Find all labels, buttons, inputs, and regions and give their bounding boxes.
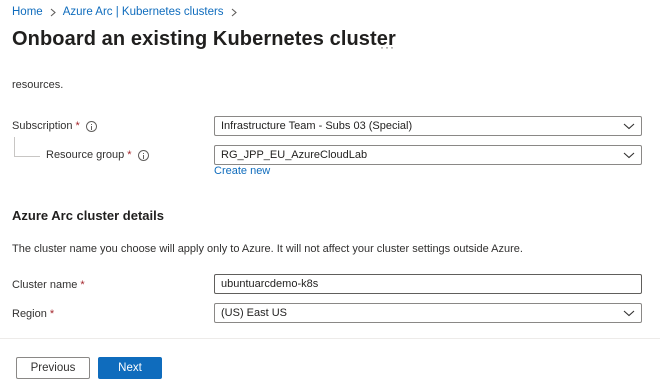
resource-group-label-text: Resource group — [46, 149, 125, 161]
previous-button[interactable]: Previous — [16, 357, 90, 379]
cluster-name-label: Cluster name * — [12, 279, 85, 291]
required-marker: * — [75, 120, 80, 132]
region-select-value: (US) East US — [221, 307, 288, 319]
footer-divider — [0, 338, 660, 339]
required-marker: * — [49, 308, 55, 320]
section-title: Azure Arc cluster details — [12, 208, 164, 223]
subscription-select-value: Infrastructure Team - Subs 03 (Special) — [221, 120, 413, 132]
tree-connector — [14, 137, 40, 157]
create-new-resource-group-link[interactable]: Create new — [214, 165, 270, 177]
page-header: Onboard an existing Kubernetes cluster — [12, 28, 396, 51]
next-button[interactable]: Next — [98, 357, 162, 379]
cluster-name-input[interactable]: ubuntuarcdemo-k8s — [214, 274, 642, 294]
cluster-name-label-text: Cluster name — [12, 279, 78, 291]
resource-group-label: Resource group * — [46, 149, 149, 161]
page-title: Onboard an existing Kubernetes cluster — [12, 28, 396, 50]
required-marker: * — [80, 279, 85, 291]
chevron-down-icon — [623, 123, 635, 130]
resource-group-select-value: RG_JPP_EU_AzureCloudLab — [221, 149, 368, 161]
subscription-label-text: Subscription — [12, 120, 73, 132]
chevron-down-icon — [623, 310, 635, 317]
resource-group-select[interactable]: RG_JPP_EU_AzureCloudLab — [214, 145, 642, 165]
breadcrumb-kubernetes-clusters-link[interactable]: Azure Arc | Kubernetes clusters — [63, 6, 224, 18]
cluster-name-input-value: ubuntuarcdemo-k8s — [221, 278, 319, 290]
chevron-right-icon — [231, 8, 237, 17]
region-label: Region * — [12, 308, 54, 320]
required-marker: * — [127, 149, 132, 161]
region-select[interactable]: (US) East US — [214, 303, 642, 323]
breadcrumb: Home Azure Arc | Kubernetes clusters — [12, 6, 244, 18]
intro-text-end: resources. — [12, 79, 64, 91]
section-description: The cluster name you choose will apply o… — [12, 243, 523, 255]
more-options-icon[interactable]: ··· — [380, 40, 395, 54]
intro-clipped-line — [12, 70, 63, 78]
info-icon[interactable] — [85, 120, 97, 132]
intro-text: resources. — [12, 70, 63, 93]
info-icon[interactable] — [137, 149, 149, 161]
chevron-down-icon — [623, 152, 635, 159]
subscription-select[interactable]: Infrastructure Team - Subs 03 (Special) — [214, 116, 642, 136]
region-label-text: Region — [12, 308, 47, 320]
breadcrumb-home-link[interactable]: Home — [12, 6, 43, 18]
subscription-label: Subscription * — [12, 120, 97, 132]
chevron-right-icon — [50, 8, 56, 17]
